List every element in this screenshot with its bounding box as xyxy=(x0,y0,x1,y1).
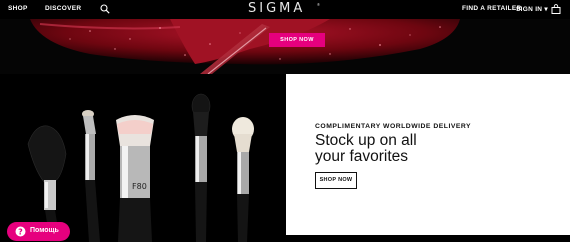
help-chat-button[interactable]: ? Помощь xyxy=(7,222,70,241)
site-header: SHOP DISCOVER SIGMA ® FIND A RETAILER SI… xyxy=(0,0,570,19)
sigma-logo[interactable]: SIGMA xyxy=(248,1,305,16)
search-icon[interactable] xyxy=(100,4,110,14)
nav-shop[interactable]: SHOP xyxy=(8,5,28,12)
brush-3: F80 xyxy=(116,115,154,242)
help-label: Помощь xyxy=(30,227,59,234)
promo-headline-line-2: your favorites xyxy=(315,148,409,165)
registered-mark: ® xyxy=(317,2,320,7)
svg-text:?: ? xyxy=(18,227,23,236)
promo-eyebrow: COMPLIMENTARY WORLDWIDE DELIVERY xyxy=(315,123,472,130)
svg-text:F80: F80 xyxy=(132,182,147,191)
promo-shop-now-button[interactable]: SHOP NOW xyxy=(315,172,357,189)
promo-headline: Stock up on all your favorites xyxy=(315,133,515,165)
hero-shop-now-button[interactable]: SHOP NOW xyxy=(269,33,325,47)
promo-section: F80 COMPLIMENTARY WORLDWIDE DELIVERY Sto… xyxy=(0,74,570,242)
hero-banner: SHOP NOW xyxy=(0,19,570,74)
promo-text-panel: COMPLIMENTARY WORLDWIDE DELIVERY Stock u… xyxy=(286,74,570,235)
sign-in-link[interactable]: SIGN IN ▾ xyxy=(516,5,548,13)
cart-icon[interactable] xyxy=(551,4,561,14)
find-retailer-link[interactable]: FIND A RETAILER xyxy=(462,5,522,12)
help-icon: ? xyxy=(15,226,26,237)
promo-headline-line-1: Stock up on all xyxy=(315,132,417,149)
brush-product-image: F80 xyxy=(0,74,285,242)
nav-discover[interactable]: DISCOVER xyxy=(45,5,81,12)
